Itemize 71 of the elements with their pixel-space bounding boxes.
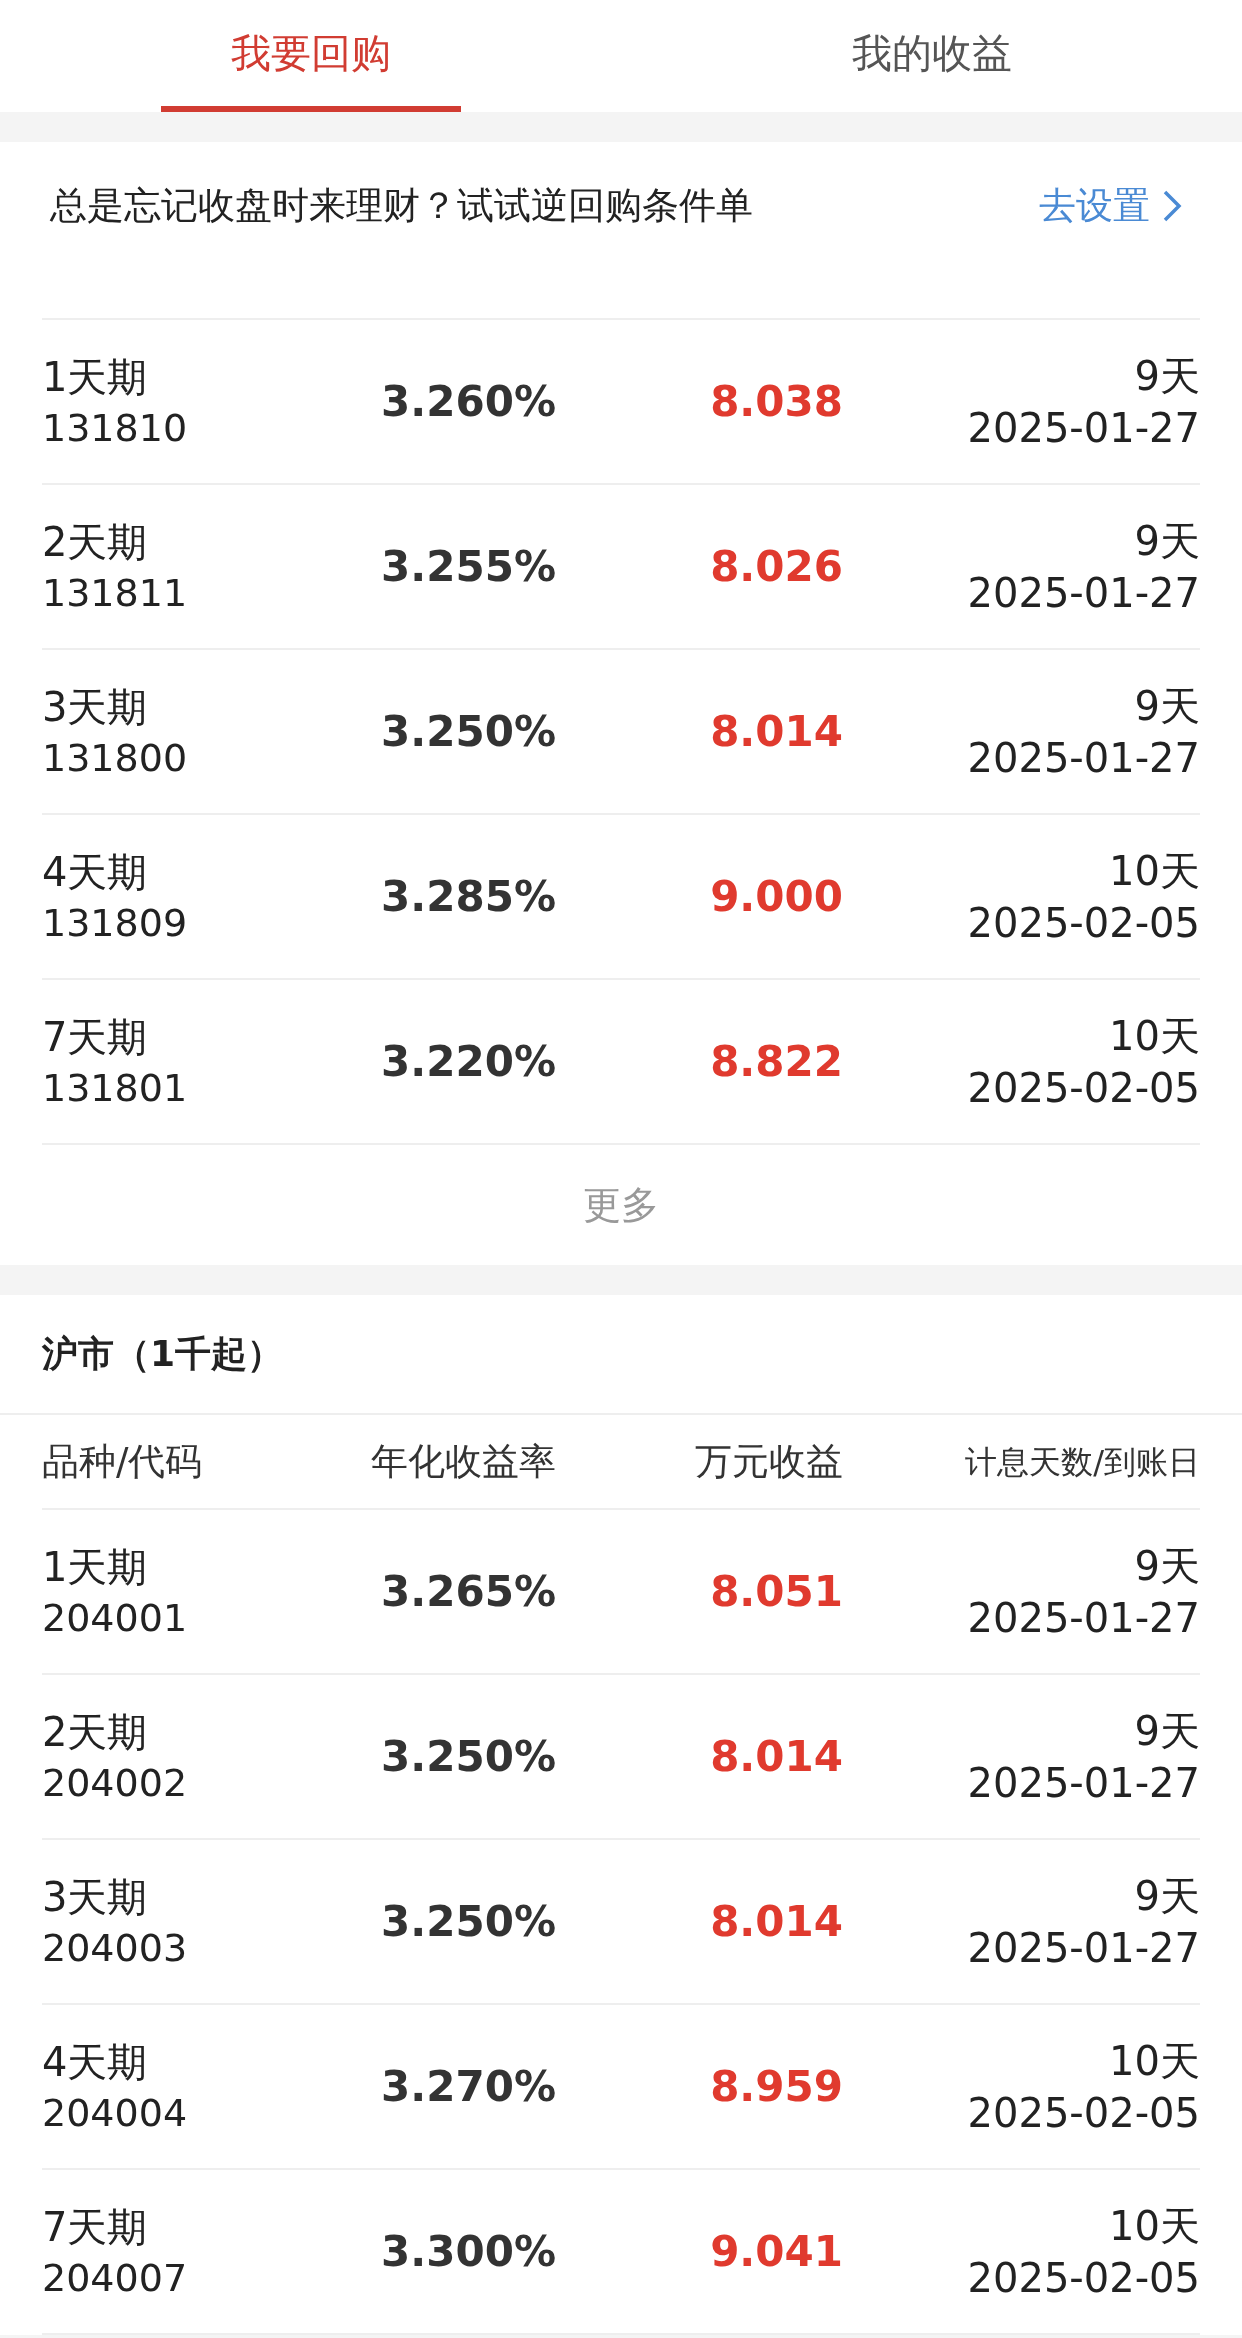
column-header: 计息天数/到账日 [964,1441,1200,1483]
settlement-date: 2025-01-27 [967,1758,1200,1807]
settlement-date: 2025-01-27 [967,403,1200,452]
yield-per-10k: 8.959 [709,2061,843,2113]
yield-per-10k: 8.014 [709,706,843,758]
settlement-date: 2025-02-05 [967,898,1200,947]
yield-per-10k: 8.014 [709,1731,843,1783]
annual-rate: 3.260% [380,376,556,428]
annual-rate: 3.270% [380,2061,556,2113]
product-code: 131800 [42,734,189,781]
column-header: 品种/代码 [42,1438,204,1485]
product-code: 204002 [42,1759,189,1806]
tab[interactable]: 我要回购 [160,0,461,112]
settings-link[interactable]: 去设置 [1039,178,1182,234]
yield-per-10k: 8.051 [709,1566,843,1618]
settlement-date: 2025-01-27 [967,1593,1200,1642]
interest-days: 10天 [1109,2036,1200,2085]
annual-rate: 3.255% [380,541,556,593]
product-code: 204003 [42,1924,189,1971]
settlement-date: 2025-02-05 [967,2253,1200,2302]
product-code: 204004 [42,2089,189,2136]
product-code: 204001 [42,1594,189,1641]
term-label: 1天期 [42,1542,149,1591]
annual-rate: 3.250% [380,706,556,758]
promo-text: 总是忘记收盘时来理财？试试逆回购条件单 [50,183,753,230]
annual-rate: 3.250% [380,1731,556,1783]
term-label: 4天期 [42,847,149,896]
more-button[interactable]: 更多 [583,1176,659,1234]
yield-per-10k: 8.822 [709,1036,843,1088]
annual-rate: 3.250% [380,1896,556,1948]
interest-days: 9天 [1134,681,1200,730]
term-label: 7天期 [42,1012,149,1061]
yield-per-10k: 8.038 [709,376,843,428]
annual-rate: 3.265% [380,1566,556,1618]
annual-rate: 3.285% [380,871,556,923]
settlement-date: 2025-01-27 [967,733,1200,782]
term-label: 2天期 [42,1707,149,1756]
product-code: 131801 [42,1064,189,1111]
interest-days: 10天 [1109,2201,1200,2250]
product-code: 131811 [42,569,189,616]
interest-days: 9天 [1134,351,1200,400]
yield-per-10k: 8.026 [709,541,843,593]
settlement-date: 2025-02-05 [967,2088,1200,2137]
product-code: 131809 [42,899,189,946]
interest-days: 9天 [1134,1706,1200,1755]
column-header: 年化收益率 [370,1438,556,1485]
interest-days: 10天 [1109,846,1200,895]
term-label: 7天期 [42,2202,149,2251]
settlement-date: 2025-01-27 [967,1923,1200,1972]
term-label: 4天期 [42,2037,149,2086]
interest-days: 9天 [1134,1871,1200,1920]
product-code: 131810 [42,404,189,451]
settlement-date: 2025-01-27 [967,568,1200,617]
interest-days: 9天 [1134,516,1200,565]
interest-days: 9天 [1134,1541,1200,1590]
section-title: 沪市（1千起） [42,1332,284,1376]
term-label: 3天期 [42,682,149,731]
settlement-date: 2025-02-05 [967,1063,1200,1112]
term-label: 3天期 [42,1872,149,1921]
column-header: 万元收益 [694,1438,843,1485]
tab[interactable]: 我的收益 [781,0,1082,112]
annual-rate: 3.300% [380,2226,556,2278]
yield-per-10k: 8.014 [709,1896,843,1948]
term-label: 2天期 [42,517,149,566]
yield-per-10k: 9.041 [709,2226,843,2278]
yield-per-10k: 9.000 [709,871,843,923]
annual-rate: 3.220% [380,1036,556,1088]
term-label: 1天期 [42,352,149,401]
interest-days: 10天 [1109,1011,1200,1060]
chevron-right-icon [1162,189,1182,223]
product-code: 204007 [42,2254,189,2301]
